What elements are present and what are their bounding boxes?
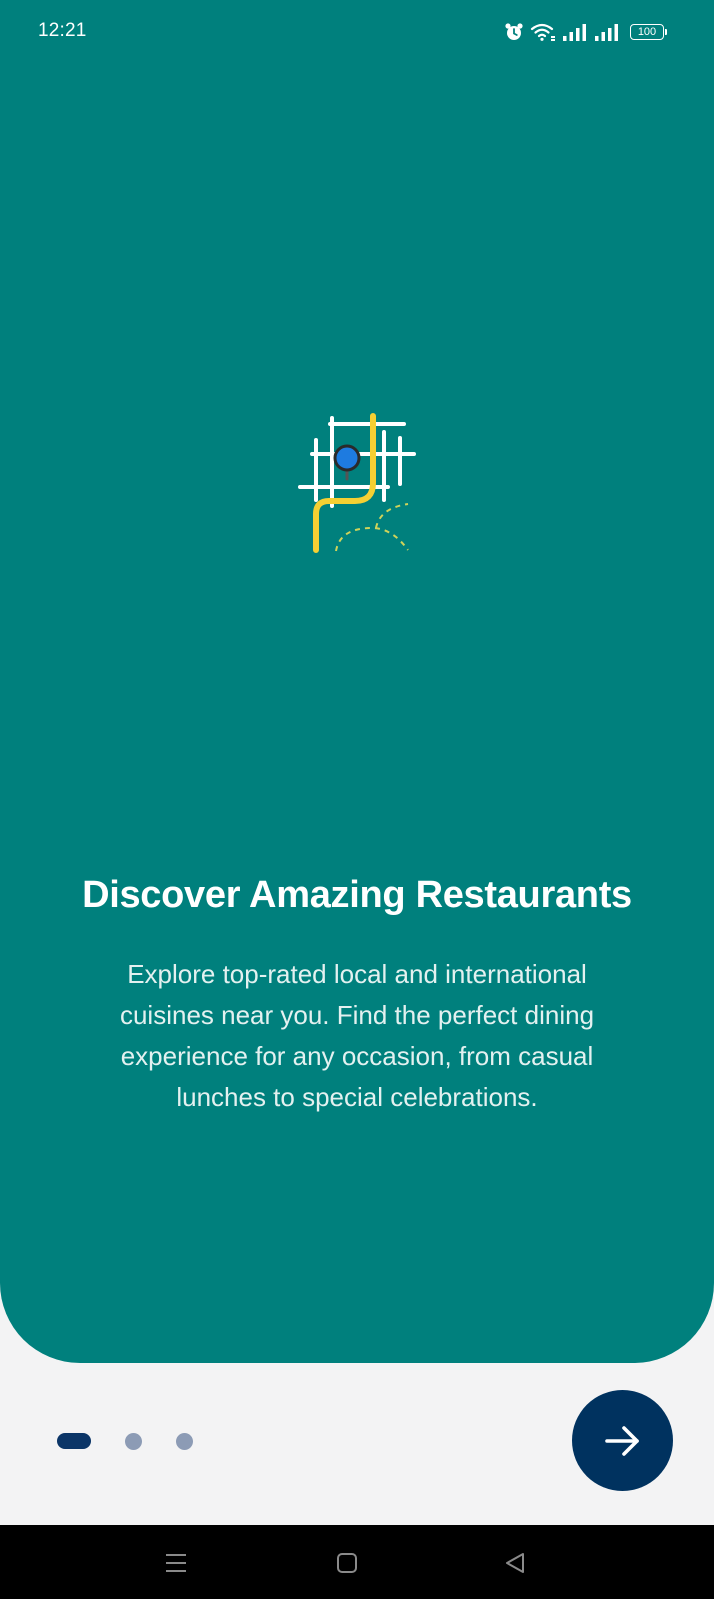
onboarding-title: Discover Amazing Restaurants — [82, 874, 632, 916]
arrow-right-icon — [604, 1425, 639, 1456]
signal-icon — [563, 24, 586, 41]
back-button[interactable] — [497, 1545, 533, 1581]
system-nav-bar — [0, 1525, 714, 1599]
status-bar: 12:21 100 — [0, 0, 714, 64]
wifi-icon — [530, 23, 555, 41]
home-icon — [337, 1553, 357, 1573]
next-button[interactable] — [572, 1390, 673, 1491]
page-dot-active[interactable] — [57, 1433, 91, 1449]
recents-button[interactable] — [158, 1545, 194, 1581]
battery-icon: 100 — [630, 24, 667, 40]
status-icons: 100 — [504, 20, 667, 44]
back-icon — [506, 1553, 524, 1573]
hero-panel: 12:21 100 Discover Amazing Restaurants E… — [0, 0, 714, 1363]
signal-icon — [595, 24, 618, 41]
status-time: 12:21 — [38, 20, 87, 41]
page-indicator — [57, 1432, 193, 1450]
page-dot[interactable] — [125, 1432, 142, 1450]
menu-icon — [166, 1554, 186, 1572]
onboarding-screen: 12:21 100 Discover Amazing Restaurants E… — [0, 0, 714, 1599]
alarm-icon — [505, 23, 523, 40]
city-map-route-icon — [298, 413, 416, 553]
home-button[interactable] — [329, 1545, 365, 1581]
page-dot[interactable] — [176, 1432, 193, 1450]
battery-level: 100 — [637, 25, 657, 38]
onboarding-description: Explore top-rated local and internationa… — [119, 959, 595, 1112]
